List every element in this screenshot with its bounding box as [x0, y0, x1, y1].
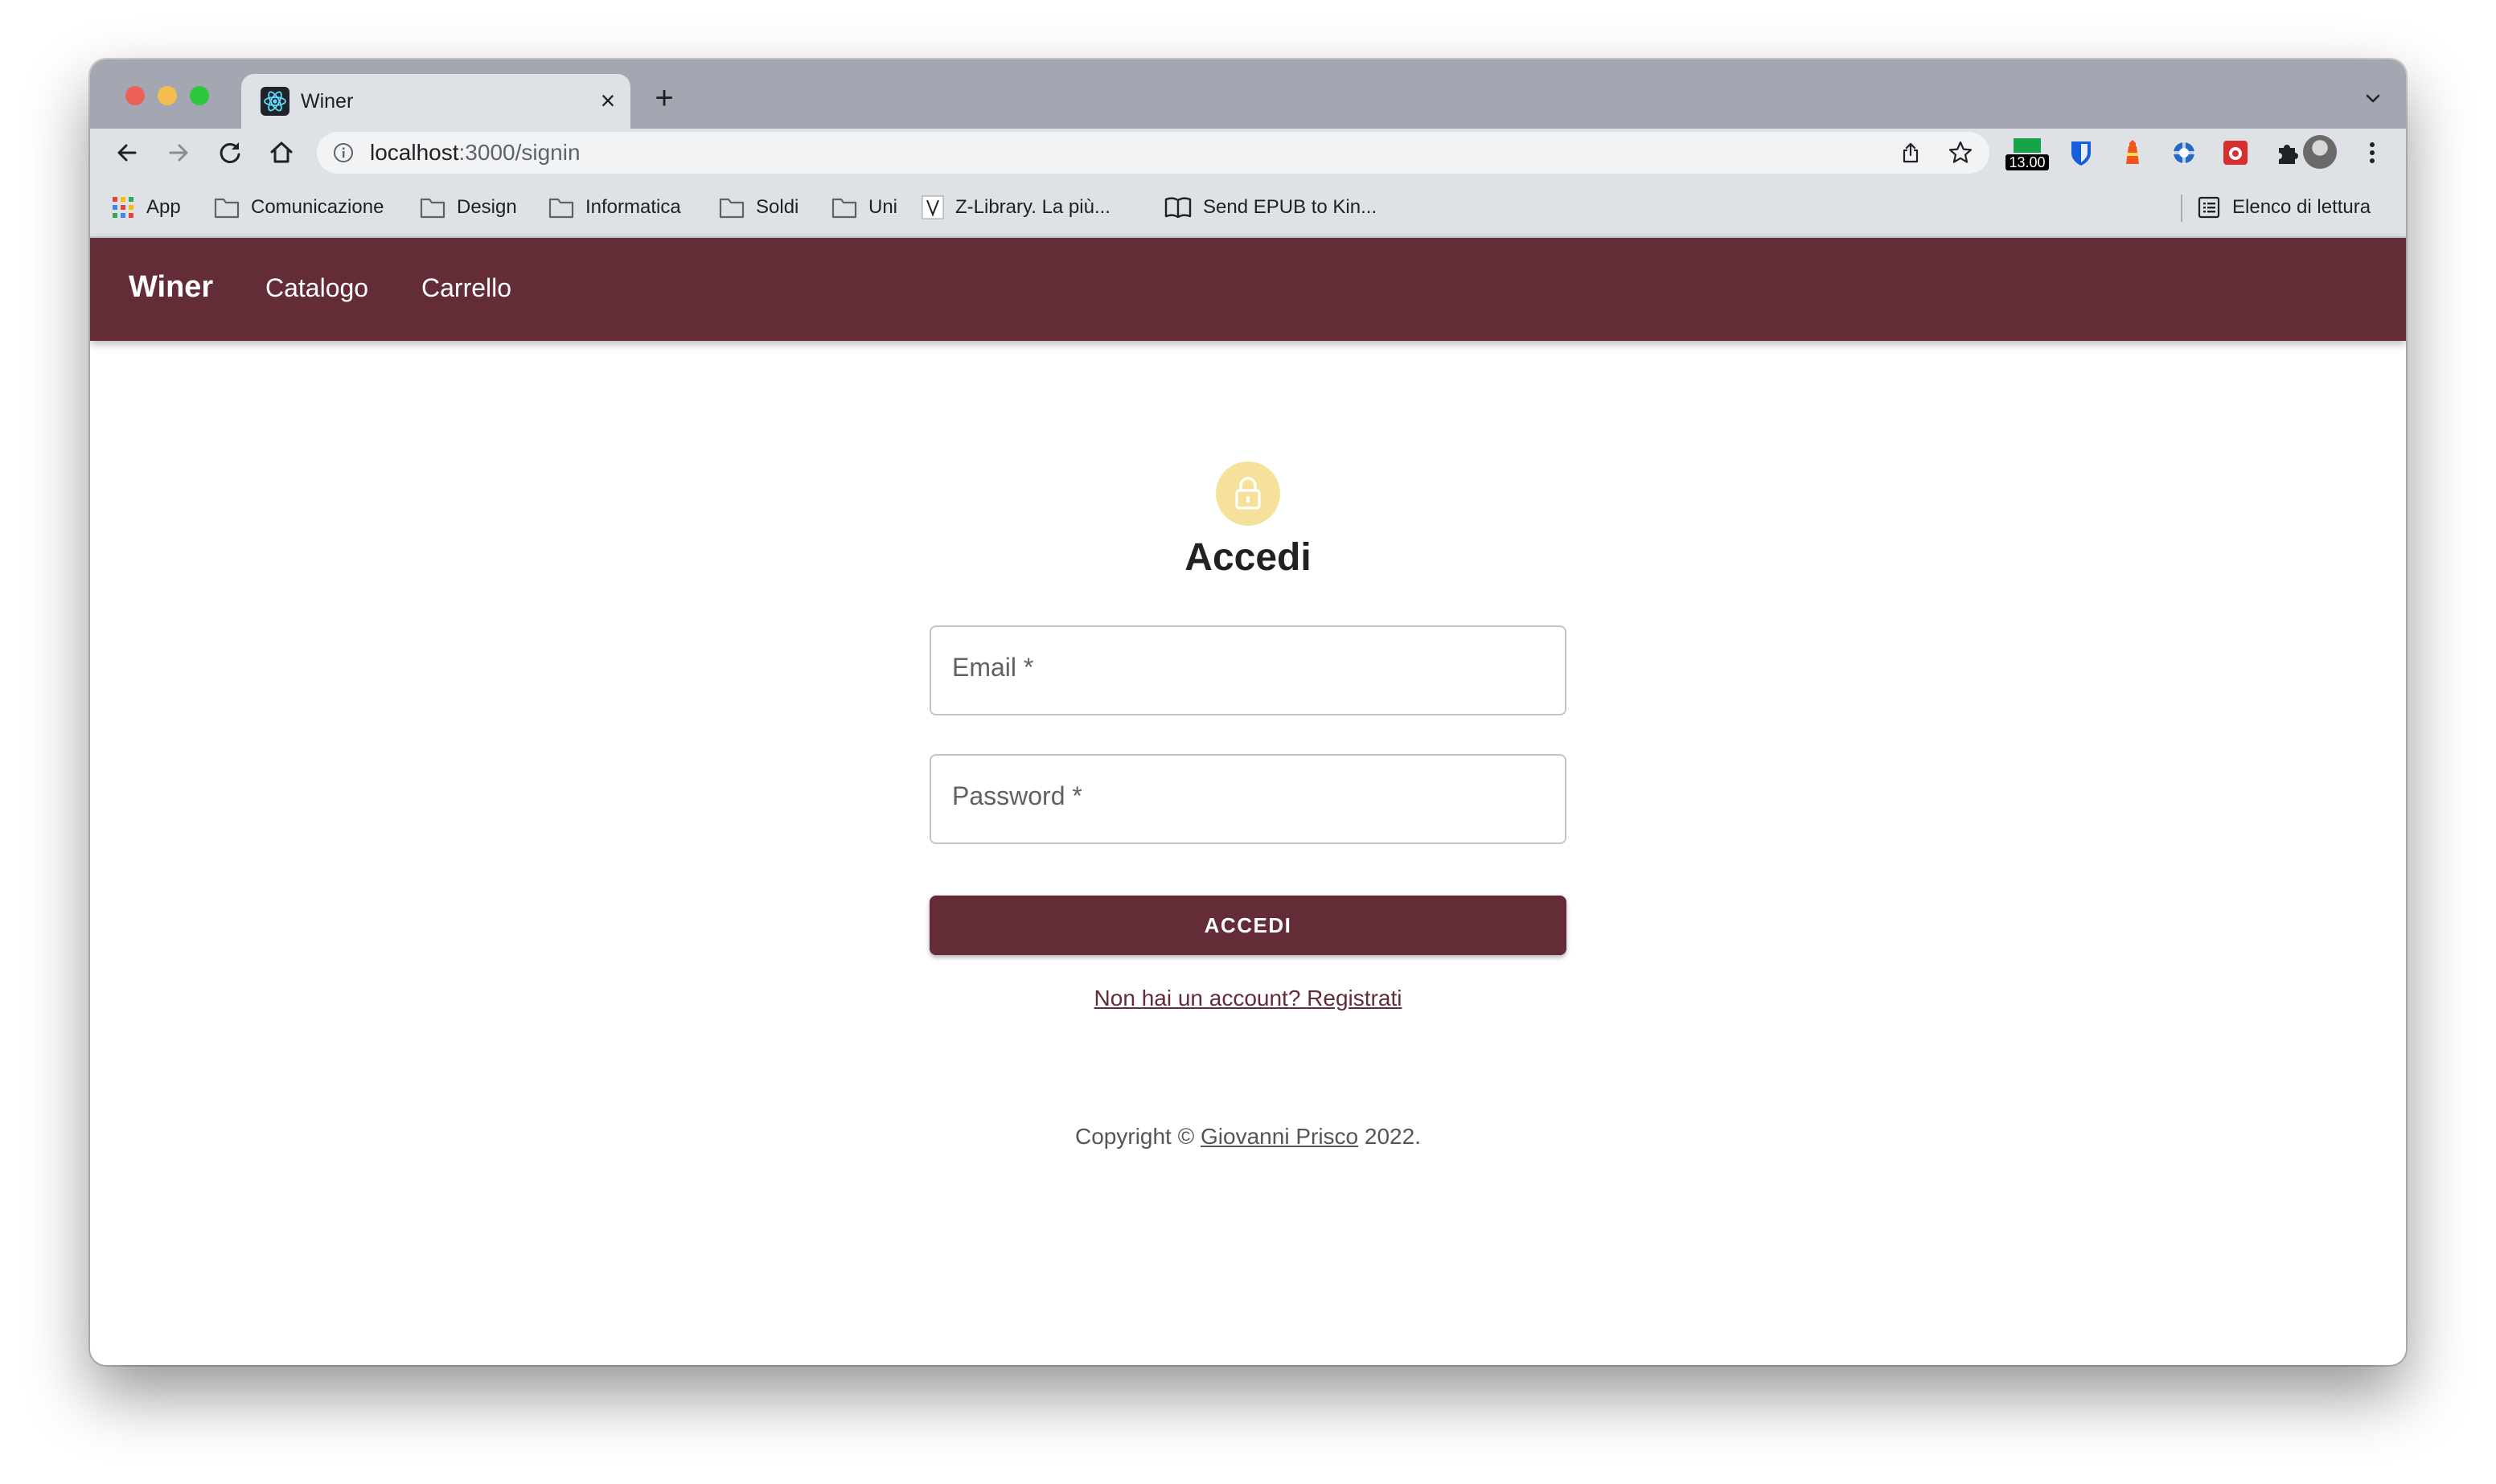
- tab-strip: Winer × +: [90, 59, 2406, 129]
- nav-catalogo[interactable]: Catalogo: [265, 273, 368, 303]
- bookmark-z-library[interactable]: Z-Library. La più...: [922, 193, 1110, 222]
- reading-list-button[interactable]: Elenco di lettura: [2197, 193, 2371, 222]
- address-bar[interactable]: localhost:3000/signin: [317, 132, 1989, 174]
- bookmark-informatica[interactable]: Informatica: [548, 193, 681, 222]
- email-label: Email *: [952, 653, 1034, 682]
- bookmark-label: Send EPUB to Kin...: [1203, 196, 1377, 218]
- home-icon[interactable]: [265, 137, 298, 169]
- url-path: :3000/signin: [458, 140, 581, 165]
- reading-list-icon: [2198, 196, 2220, 219]
- apps-grid-icon: [113, 197, 133, 218]
- puzzle-extensions-icon[interactable]: [2271, 137, 2303, 169]
- red-bug-extension-icon[interactable]: [2219, 137, 2252, 169]
- nav-carrello[interactable]: Carrello: [421, 273, 511, 303]
- extension-timer-icon[interactable]: 13.00: [2005, 137, 2049, 174]
- tab-title: Winer: [301, 90, 354, 113]
- email-field[interactable]: Email *: [930, 625, 1566, 715]
- bookmark-label: Informatica: [585, 196, 681, 218]
- address-url: localhost:3000/signin: [370, 140, 581, 166]
- lighthouse-icon[interactable]: [2116, 137, 2149, 169]
- bookmark-label: Comunicazione: [251, 196, 384, 218]
- bookmark-comunicazione[interactable]: Comunicazione: [214, 193, 384, 222]
- signin-button[interactable]: ACCEDI: [930, 896, 1566, 955]
- browser-tab[interactable]: Winer ×: [241, 74, 630, 129]
- share-icon[interactable]: [1899, 141, 1922, 164]
- book-icon: [1164, 197, 1192, 219]
- lock-icon: [1235, 477, 1261, 510]
- tab-close-icon[interactable]: ×: [593, 87, 622, 116]
- brand-logo[interactable]: Winer: [129, 270, 213, 305]
- bookmarks-bar: App Comunicazione Design Informatica Sol…: [90, 177, 2406, 238]
- author-link[interactable]: Giovanni Prisco: [1201, 1124, 1358, 1149]
- page-title: Accedi: [1184, 536, 1312, 579]
- z-library-icon: [922, 195, 944, 219]
- folder-icon: [214, 198, 240, 219]
- copyright-year: 2022.: [1358, 1124, 1421, 1149]
- reading-list-label: Elenco di lettura: [2232, 196, 2371, 218]
- folder-icon: [831, 198, 857, 219]
- chevron-down-icon[interactable]: [2361, 87, 2385, 111]
- folder-icon: [548, 198, 574, 219]
- bookmark-label: Uni: [868, 196, 898, 218]
- reload-icon[interactable]: [214, 137, 246, 169]
- bookmark-label: App: [146, 196, 181, 218]
- copyright-footer: Copyright © Giovanni Prisco 2022.: [90, 1124, 2406, 1150]
- bookmark-send-epub[interactable]: Send EPUB to Kin...: [1164, 193, 1377, 222]
- lock-avatar: [1216, 461, 1280, 526]
- bookmark-label: Z-Library. La più...: [955, 196, 1110, 218]
- bookmark-design[interactable]: Design: [420, 193, 517, 222]
- more-options-icon[interactable]: [2364, 137, 2380, 169]
- app-bar: Winer Catalogo Carrello: [90, 238, 2406, 341]
- bookmarks-separator: [2181, 195, 2182, 222]
- copyright-prefix: Copyright ©: [1075, 1124, 1201, 1149]
- browser-toolbar: localhost:3000/signin 13.00: [90, 129, 2406, 177]
- bookmark-label: Design: [457, 196, 517, 218]
- password-label: Password *: [952, 781, 1082, 810]
- extension-badge-label: 13.00: [2005, 154, 2049, 170]
- folder-icon: [420, 198, 445, 219]
- bitwarden-shield-icon[interactable]: [2065, 137, 2097, 169]
- bookmark-uni[interactable]: Uni: [831, 193, 897, 222]
- url-host: localhost: [370, 140, 459, 165]
- profile-avatar[interactable]: [2303, 135, 2337, 169]
- close-window-button[interactable]: [125, 86, 145, 105]
- zoom-window-button[interactable]: [190, 86, 209, 105]
- site-info-icon[interactable]: [333, 142, 354, 163]
- forward-arrow-icon[interactable]: [162, 137, 195, 169]
- bookmark-star-icon[interactable]: [1948, 140, 1973, 166]
- minimize-window-button[interactable]: [158, 86, 177, 105]
- blue-ring-extension-icon[interactable]: [2168, 137, 2200, 169]
- browser-window: Winer × + localhost:3000/signin 13.00 Ap…: [90, 59, 2406, 1365]
- new-tab-button[interactable]: +: [648, 82, 680, 116]
- register-link[interactable]: Non hai un account? Registrati: [90, 986, 2406, 1011]
- react-logo-icon: [261, 87, 289, 116]
- folder-icon: [719, 198, 745, 219]
- back-arrow-icon[interactable]: [111, 137, 143, 169]
- bookmark-app[interactable]: App: [111, 193, 181, 222]
- password-field[interactable]: Password *: [930, 754, 1566, 844]
- bookmark-label: Soldi: [756, 196, 799, 218]
- bookmark-soldi[interactable]: Soldi: [719, 193, 798, 222]
